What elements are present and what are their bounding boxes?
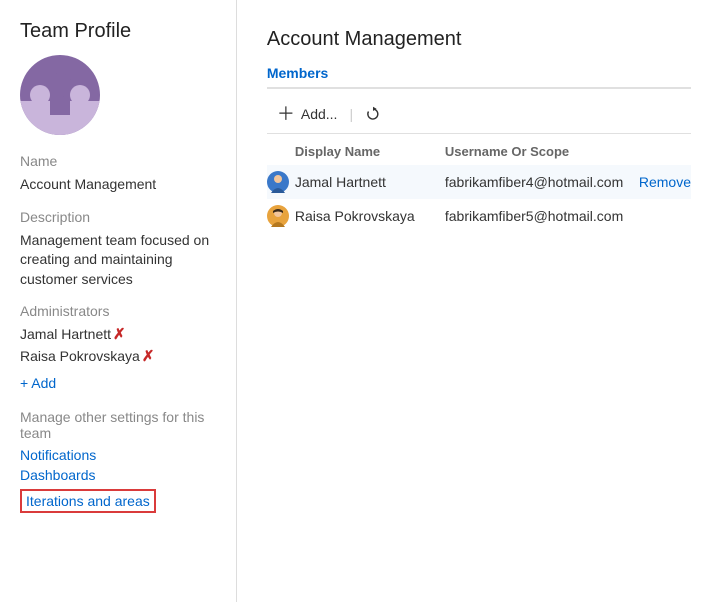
iterations-highlight: Iterations and areas	[20, 489, 156, 513]
member-name: Jamal Hartnett	[295, 174, 445, 190]
sidebar: Team Profile Name Account Management Des…	[0, 0, 237, 602]
member-username: fabrikamfiber5@hotmail.com	[445, 208, 635, 224]
table-row[interactable]: Jamal Hartnett fabrikamfiber4@hotmail.co…	[267, 165, 691, 199]
plus-icon: ＋	[277, 105, 295, 123]
remove-icon[interactable]: ✗	[142, 347, 155, 365]
remove-icon[interactable]: ✗	[113, 325, 126, 343]
refresh-button[interactable]	[365, 106, 381, 122]
manage-settings-label: Manage other settings for this team	[20, 409, 218, 441]
administrator-item: Raisa Pokrovskaya ✗	[20, 347, 218, 365]
column-display-name: Display Name	[295, 144, 445, 159]
administrators-label: Administrators	[20, 303, 218, 319]
remove-member-link[interactable]: Remove	[635, 174, 691, 190]
toolbar: ＋ Add... |	[267, 99, 691, 134]
dashboards-link[interactable]: Dashboards	[20, 467, 218, 483]
main-title: Account Management	[267, 28, 691, 51]
table-row[interactable]: Raisa Pokrovskaya fabrikamfiber5@hotmail…	[267, 199, 691, 233]
administrator-name: Jamal Hartnett	[20, 326, 111, 342]
main-content: Account Management Members ＋ Add... | Di…	[237, 0, 701, 602]
administrator-item: Jamal Hartnett ✗	[20, 325, 218, 343]
add-administrator-link[interactable]: + Add	[20, 375, 218, 391]
name-value: Account Management	[20, 175, 218, 195]
tab-underline	[267, 87, 691, 89]
refresh-icon	[365, 106, 381, 122]
tab-members[interactable]: Members	[267, 65, 328, 87]
iterations-areas-link[interactable]: Iterations and areas	[26, 493, 150, 509]
add-label: Add...	[301, 106, 338, 122]
description-value: Management team focused on creating and …	[20, 231, 218, 290]
administrators-list: Jamal Hartnett ✗ Raisa Pokrovskaya ✗	[20, 325, 218, 365]
add-member-button[interactable]: ＋ Add...	[277, 105, 338, 123]
member-avatar	[267, 205, 289, 227]
grid-header: Display Name Username Or Scope	[267, 138, 691, 165]
member-avatar	[267, 171, 289, 193]
name-label: Name	[20, 153, 218, 169]
team-avatar	[20, 55, 100, 135]
separator: |	[349, 106, 353, 122]
notifications-link[interactable]: Notifications	[20, 447, 218, 463]
description-label: Description	[20, 209, 218, 225]
administrator-name: Raisa Pokrovskaya	[20, 348, 140, 364]
member-username: fabrikamfiber4@hotmail.com	[445, 174, 635, 190]
column-username: Username Or Scope	[445, 144, 635, 159]
member-name: Raisa Pokrovskaya	[295, 208, 445, 224]
page-title: Team Profile	[20, 20, 218, 43]
